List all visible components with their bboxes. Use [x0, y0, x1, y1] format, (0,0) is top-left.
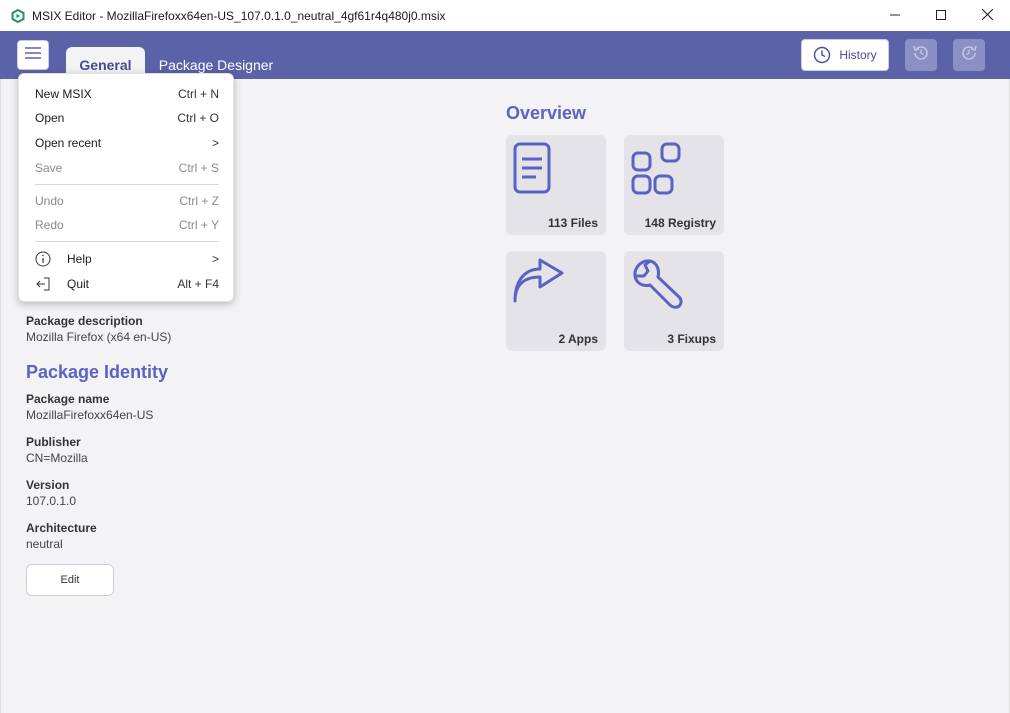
- undo-button[interactable]: [905, 39, 937, 71]
- menu-item-shortcut: Ctrl + S: [178, 161, 219, 175]
- package-description-label: Package description: [26, 314, 143, 328]
- architecture-value: neutral: [26, 537, 63, 551]
- menu-item-label: Redo: [35, 218, 64, 232]
- menu-item-shortcut: Ctrl + N: [177, 87, 219, 101]
- history-label: History: [839, 48, 877, 62]
- redo-icon: [959, 43, 979, 68]
- apps-grid-icon: [630, 141, 684, 200]
- overview-title: Overview: [506, 103, 587, 123]
- close-button[interactable]: [964, 0, 1010, 31]
- menu-item-shortcut: Alt + F4: [177, 277, 219, 291]
- minimize-button[interactable]: [872, 0, 918, 31]
- maximize-icon: [936, 7, 946, 25]
- package-identity-title: Package Identity: [26, 362, 169, 382]
- menu-item-open-recent[interactable]: Open recent >: [19, 132, 235, 154]
- fixups-tile-label: 3 Fixups: [667, 332, 716, 346]
- registry-tile-label: 148 Registry: [644, 216, 716, 230]
- menu-item-label: New MSIX: [35, 87, 92, 101]
- menu-item-shortcut: Ctrl + Z: [179, 194, 219, 208]
- fixups-tile[interactable]: 3 Fixups: [624, 251, 724, 351]
- menu-item-redo[interactable]: Redo Ctrl + Y: [19, 214, 235, 236]
- apps-tile[interactable]: 2 Apps: [506, 251, 606, 351]
- publisher-label: Publisher: [26, 435, 81, 449]
- menu-item-quit[interactable]: Quit Alt + F4: [19, 273, 235, 295]
- wrench-icon: [630, 257, 684, 316]
- menu-item-label: Open: [35, 111, 65, 125]
- menu-divider: [35, 184, 219, 185]
- share-arrow-icon: [512, 257, 566, 308]
- publisher-value: CN=Mozilla: [26, 451, 88, 465]
- app-logo-icon: [10, 8, 26, 24]
- package-name-value: MozillaFirefoxx64en-US: [26, 408, 154, 422]
- window-title: MSIX Editor - MozillaFirefoxx64en-US_107…: [32, 8, 446, 23]
- menu-divider: [35, 241, 219, 242]
- files-tile[interactable]: 113 Files: [506, 135, 606, 235]
- menu-item-label: Open recent: [35, 136, 102, 150]
- apps-tile-label: 2 Apps: [558, 332, 598, 346]
- menu-item-label: Save: [35, 161, 63, 175]
- history-button[interactable]: History: [801, 39, 889, 71]
- app-header: General Package Designer History: [0, 31, 1010, 79]
- edit-button[interactable]: Edit: [26, 564, 114, 596]
- menu-item-label: Undo: [35, 194, 64, 208]
- document-icon: [512, 141, 552, 200]
- version-value: 107.0.1.0: [26, 494, 77, 508]
- hamburger-icon: [25, 46, 41, 64]
- menu-item-open[interactable]: Open Ctrl + O: [19, 107, 235, 129]
- info-icon: [35, 251, 51, 270]
- title-bar: MSIX Editor - MozillaFirefoxx64en-US_107…: [0, 0, 1010, 31]
- exit-icon: [35, 276, 51, 295]
- minimize-icon: [890, 7, 900, 25]
- architecture-label: Architecture: [26, 521, 97, 535]
- menu-item-label: Quit: [67, 277, 90, 291]
- menu-item-undo[interactable]: Undo Ctrl + Z: [19, 190, 235, 212]
- maximize-button[interactable]: [918, 0, 964, 31]
- files-tile-label: 113 Files: [547, 216, 598, 230]
- registry-tile[interactable]: 148 Registry: [624, 135, 724, 235]
- menu-item-label: Help: [67, 252, 92, 266]
- menu-item-help[interactable]: Help >: [19, 248, 235, 270]
- clock-icon: [813, 46, 831, 64]
- main-menu-dropdown: New MSIX Ctrl + N Open Ctrl + O Open rec…: [18, 73, 234, 302]
- undo-icon: [911, 43, 931, 68]
- redo-button[interactable]: [953, 39, 985, 71]
- menu-item-new-msix[interactable]: New MSIX Ctrl + N: [19, 83, 235, 105]
- package-description-value: Mozilla Firefox (x64 en-US): [26, 330, 172, 344]
- menu-item-shortcut: Ctrl + Y: [178, 218, 219, 232]
- chevron-right-icon: >: [211, 136, 219, 150]
- close-icon: [981, 7, 993, 25]
- version-label: Version: [26, 478, 70, 492]
- menu-item-save[interactable]: Save Ctrl + S: [19, 157, 235, 179]
- hamburger-menu-button[interactable]: [17, 40, 49, 70]
- chevron-right-icon: >: [211, 252, 219, 266]
- menu-item-shortcut: Ctrl + O: [177, 111, 219, 125]
- package-name-label: Package name: [26, 392, 110, 406]
